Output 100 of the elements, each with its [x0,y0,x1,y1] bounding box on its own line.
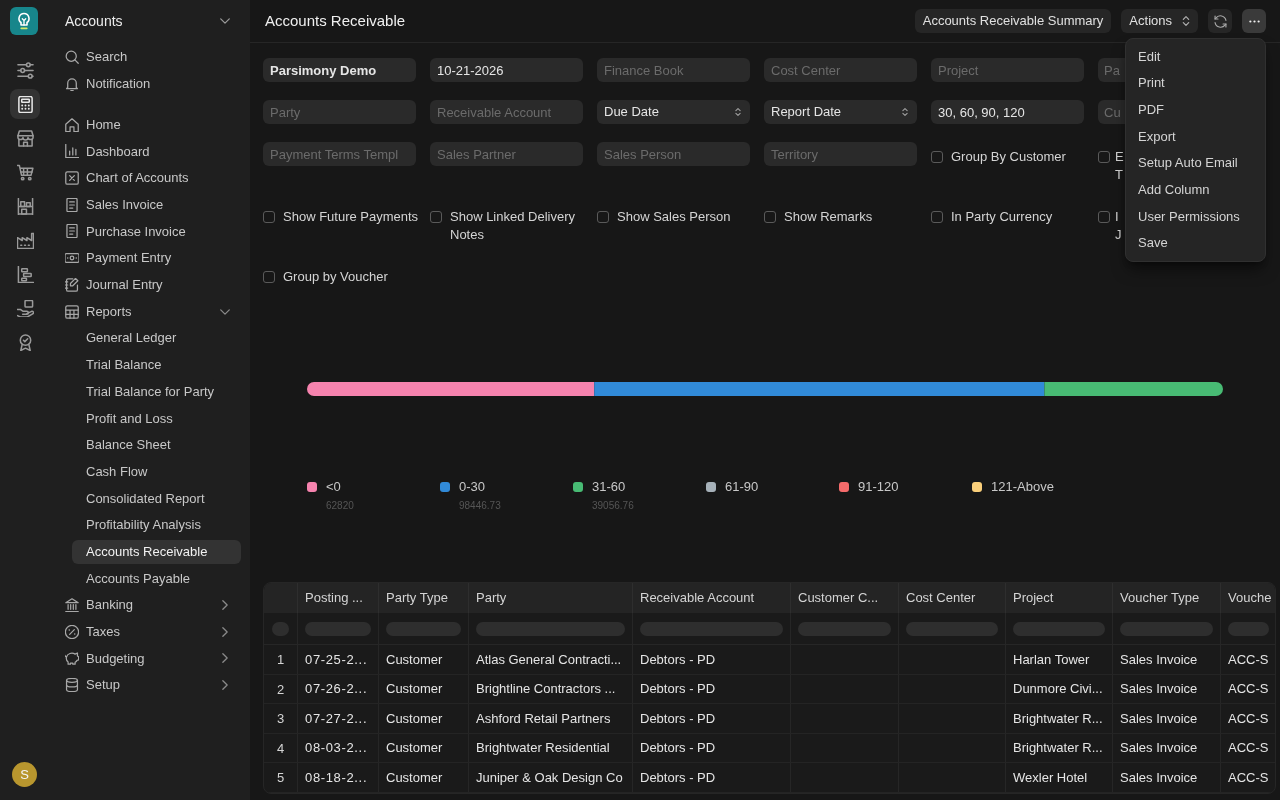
checkbox[interactable] [597,211,609,223]
bank-icon [65,598,79,613]
sidebar-item[interactable]: Payment Entry [58,246,242,271]
checkbox-label: Group By Customer [951,148,1067,166]
input-field[interactable]: Project [931,58,1084,82]
input-field[interactable]: Cu [1098,100,1125,124]
sidebar-item[interactable]: Trial Balance for Party [72,379,241,404]
input-field[interactable]: Territory [764,142,917,166]
checkbox[interactable] [931,151,943,163]
legend-label: 121-Above [991,478,1054,497]
menu-item[interactable]: PDF [1130,96,1261,124]
input-field[interactable]: Parsimony Demo [263,58,416,82]
menu-item[interactable]: Setup Auto Email [1130,149,1261,177]
input-field[interactable]: Payment Terms Templ [263,142,416,166]
menu-item[interactable]: Save [1130,229,1261,257]
checkbox-label: In Party Currency [951,208,1054,226]
input-field[interactable]: Party [263,100,416,124]
sidebar-item[interactable]: Purchase Invoice [58,219,242,244]
workspace-button[interactable] [10,89,40,119]
table-cell: Harlan Tower [1006,645,1113,674]
column-header[interactable]: Project [1006,583,1113,613]
sidebar-item[interactable]: Profit and Loss [72,406,241,431]
checkbox[interactable] [764,211,776,223]
sidebar-action[interactable]: Search [58,45,242,69]
sidebar-item[interactable]: Budgeting [58,646,242,671]
refresh-button[interactable] [1208,9,1232,33]
sidebar-item[interactable]: Accounts Receivable [72,539,241,564]
input-field[interactable]: Receivable Account [430,100,583,124]
menu-item[interactable]: Add Column [1130,176,1261,204]
checkbox[interactable] [263,211,275,223]
input-field[interactable]: 10-21-2026 [430,58,583,82]
legend-label: 91-120 [858,478,899,497]
more-icon [1248,19,1260,23]
checkbox[interactable] [931,211,943,223]
checkbox[interactable] [1098,211,1110,223]
input-field[interactable]: Sales Person [597,142,750,166]
menu-item[interactable]: Edit [1130,43,1261,70]
sidebar-item[interactable]: Journal Entry [58,272,242,297]
sidebar-item[interactable]: Trial Balance [72,352,241,377]
sidebar-item[interactable]: Consolidated Report [72,486,241,511]
table-cell: ACC-S [1221,733,1275,762]
sidebar-item[interactable]: Cash Flow [72,459,241,484]
table-cell: Debtors - PD [633,763,791,792]
input-field[interactable]: Sales Partner [430,142,583,166]
sidebar-item[interactable]: Home [58,112,242,137]
table-cell: Customer [379,733,469,762]
table-cell: Brightwater R... [1006,704,1113,733]
sidebar-item[interactable]: Dashboard [58,139,242,164]
checkbox-label: E T [1115,148,1125,184]
column-header[interactable]: Party [469,583,633,613]
sidebar-item[interactable]: Chart of Accounts [58,166,242,191]
sidebar-item[interactable]: Balance Sheet [72,432,241,457]
sidebar-item[interactable]: General Ledger [72,326,241,351]
select-field[interactable]: Report Date [764,100,917,124]
table-cell: ACC-S [1221,674,1275,703]
menu-item[interactable]: Print [1130,69,1261,97]
input-field[interactable]: 30, 60, 90, 120 [931,100,1084,124]
bar-chart-icon [65,144,79,159]
sidebar-action[interactable]: Notification [58,71,242,96]
checkbox[interactable] [1098,151,1110,163]
chevron-updown-icon [734,108,742,116]
column-header[interactable]: Cost Center [899,583,1006,613]
sidebar-item[interactable]: Taxes [58,619,242,644]
column-header[interactable]: Vouche [1221,583,1275,613]
column-header[interactable]: Party Type [379,583,469,613]
refresh-icon [1213,14,1227,28]
column-header[interactable]: Customer C... [791,583,899,613]
input-field[interactable]: Finance Book [597,58,750,82]
table-cell: Sales Invoice [1113,733,1221,762]
menu-item[interactable]: User Permissions [1130,203,1261,230]
cart-icon [16,163,34,181]
sidebar-item[interactable]: Profitability Analysis [72,513,241,537]
sidebar-item[interactable]: Setup [58,673,242,698]
table-cell: Atlas General Contracti... [469,645,633,674]
column-header[interactable]: Posting ... [298,583,379,613]
column-header[interactable]: Voucher Type [1113,583,1221,613]
table-cell: ACC-S [1221,704,1275,733]
workspace-switcher[interactable]: Accounts [58,8,242,34]
input-field[interactable]: Cost Center [764,58,917,82]
document-icon [65,197,79,212]
table-cell: Debtors - PD [633,733,791,762]
sidebar-item[interactable]: Reports [58,299,242,324]
store-icon [16,129,34,147]
summary-button[interactable]: Accounts Receivable Summary [914,9,1112,33]
checkbox[interactable] [263,271,275,283]
chevron-updown-icon [901,108,909,116]
table-cell: Wexler Hotel [1006,763,1113,792]
column-header[interactable]: Receivable Account [633,583,791,613]
table-cell: Debtors - PD [633,645,791,674]
sidebar-item[interactable]: Banking [58,593,242,618]
checkbox[interactable] [430,211,442,223]
menu-item[interactable]: Export [1130,123,1261,150]
checkbox-label: Group by Voucher [283,268,389,286]
input-field[interactable]: Pa [1098,58,1125,82]
sidebar-item[interactable]: Sales Invoice [58,192,242,217]
sidebar-item[interactable]: Accounts Payable [72,566,241,591]
more-button[interactable] [1242,9,1266,33]
actions-dropdown-button[interactable]: Actions [1121,9,1198,33]
select-field[interactable]: Due Date [597,100,750,124]
lightbulb-logo-icon[interactable] [10,7,38,35]
